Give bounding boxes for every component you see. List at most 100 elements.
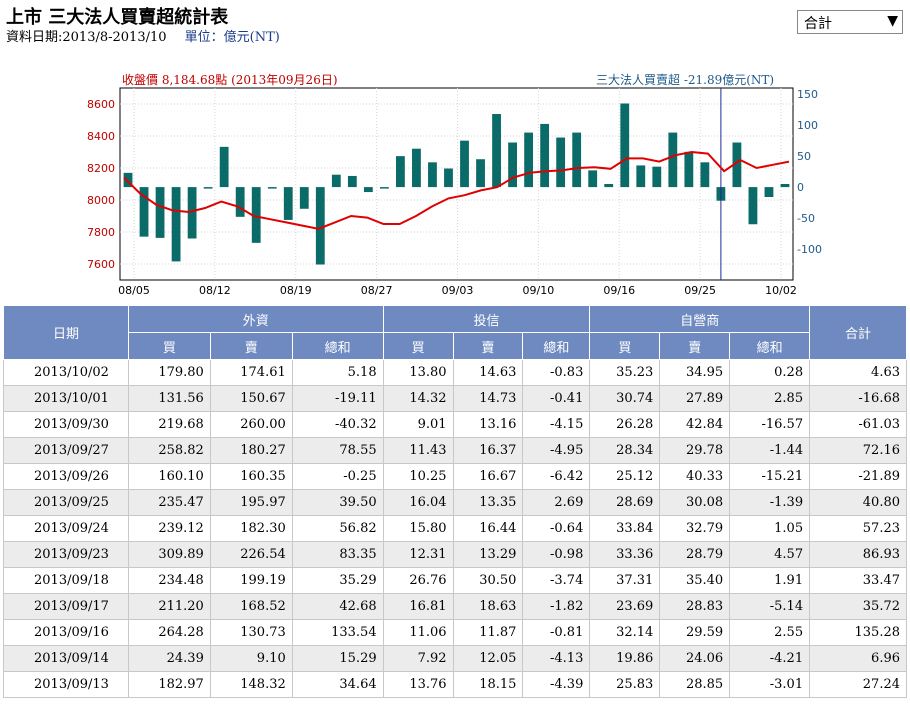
right-tick-label: -50: [797, 212, 815, 225]
row-cell: 148.32: [209, 671, 293, 698]
row-cell: -4.21: [729, 645, 811, 672]
right-tick-label: 150: [797, 88, 818, 101]
row-cell: 35.23: [589, 359, 661, 386]
table-row: 2013/09/16 264.28 130.73 133.54 11.06 11.87 -0…: [3, 619, 907, 646]
row-cell: 23.69: [589, 593, 661, 620]
net-buy-bar: [588, 170, 598, 188]
col-trust-net[interactable]: 總和: [522, 332, 591, 360]
row-cell: 130.73: [209, 619, 293, 646]
col-total[interactable]: 合計: [809, 305, 907, 360]
row-cell: 131.56: [127, 385, 211, 412]
row-cell: 4.57: [729, 541, 811, 568]
row-cell: 15.80: [382, 515, 454, 542]
table-row: 2013/09/23 309.89 226.54 83.35 12.31 13.29 -0.…: [3, 541, 907, 568]
row-cell: -1.39: [729, 489, 811, 516]
net-buy-bar: [267, 187, 277, 189]
net-buy-bar: [620, 103, 630, 188]
row-cell: 15.29: [291, 645, 384, 672]
col-dealer-net[interactable]: 總和: [729, 332, 811, 360]
data-table: 日期 外資 投信 自營商 合計 買 賣 總和 買 賣 總和 買 賣 總和 201…: [3, 305, 907, 698]
col-trust-sell[interactable]: 賣: [452, 332, 524, 360]
row-cell: 135.28: [809, 619, 907, 646]
row-cell: 160.10: [127, 463, 211, 490]
row-cell: 0.28: [729, 359, 811, 386]
net-buy-bar: [636, 165, 646, 188]
row-cell: 226.54: [209, 541, 293, 568]
row-cell: 18.63: [452, 593, 524, 620]
row-cell: 11.06: [382, 619, 454, 646]
row-cell: 39.50: [291, 489, 384, 516]
col-foreign: 外資: [127, 305, 384, 333]
row-cell: 27.24: [809, 671, 907, 698]
table-row: 2013/09/18 234.48 199.19 35.29 26.76 30.50 -3.…: [3, 567, 907, 594]
row-date: 2013/09/18: [3, 567, 129, 594]
row-cell: 1.05: [729, 515, 811, 542]
row-cell: 9.01: [382, 411, 454, 438]
row-cell: 235.47: [127, 489, 211, 516]
table-row: 2013/09/24 239.12 182.30 56.82 15.80 16.44 -0.…: [3, 515, 907, 542]
row-cell: -21.89: [809, 463, 907, 490]
col-date[interactable]: 日期: [3, 305, 129, 360]
col-trust-buy[interactable]: 買: [382, 332, 454, 360]
row-cell: -0.64: [522, 515, 591, 542]
row-cell: 264.28: [127, 619, 211, 646]
row-cell: 182.97: [127, 671, 211, 698]
x-tick-label: 09/10: [523, 284, 555, 297]
col-foreign-sell[interactable]: 賣: [209, 332, 293, 360]
net-buy-bar: [668, 132, 678, 188]
chart: 8600 8400 8200 8000 7800 7600 150 100 50 0 -50 -100…: [87, 87, 822, 297]
row-cell: -4.15: [522, 411, 591, 438]
row-cell: 12.31: [382, 541, 454, 568]
table-row: 2013/09/27 258.82 180.27 78.55 11.43 16.37 -4.…: [3, 437, 907, 464]
row-cell: 72.16: [809, 437, 907, 464]
row-cell: 11.43: [382, 437, 454, 464]
net-buy-bar: [780, 184, 790, 188]
net-buy-bar: [604, 184, 614, 188]
row-cell: -40.32: [291, 411, 384, 438]
row-cell: 13.76: [382, 671, 454, 698]
table-row: 2013/09/25 235.47 195.97 39.50 16.04 13.35 2.6…: [3, 489, 907, 516]
x-tick-label: 09/16: [603, 284, 635, 297]
row-cell: 33.47: [809, 567, 907, 594]
row-cell: 32.14: [589, 619, 661, 646]
row-cell: 24.06: [659, 645, 731, 672]
col-dealer-buy[interactable]: 買: [589, 332, 661, 360]
net-buy-bar: [347, 175, 357, 188]
row-cell: 13.35: [452, 489, 524, 516]
col-dealer-sell[interactable]: 賣: [659, 332, 731, 360]
row-cell: 11.87: [452, 619, 524, 646]
table-row: 2013/10/02 179.80 174.61 5.18 13.80 14.63 -0.8…: [3, 359, 907, 386]
row-cell: 2.85: [729, 385, 811, 412]
row-cell: 42.84: [659, 411, 731, 438]
left-tick-label: 7800: [87, 226, 115, 239]
net-buy-bar: [299, 187, 309, 209]
row-cell: 42.68: [291, 593, 384, 620]
row-cell: 12.05: [452, 645, 524, 672]
net-buy-bar: [235, 187, 245, 217]
row-date: 2013/09/26: [3, 463, 129, 490]
row-cell: 182.30: [209, 515, 293, 542]
table-row: 2013/09/30 219.68 260.00 -40.32 9.01 13.16 -4.…: [3, 411, 907, 438]
row-cell: -5.14: [729, 593, 811, 620]
net-buy-bar: [412, 148, 421, 188]
row-cell: 180.27: [209, 437, 293, 464]
row-cell: 168.52: [209, 593, 293, 620]
row-cell: 33.36: [589, 541, 661, 568]
row-cell: 16.04: [382, 489, 454, 516]
net-buy-bar: [748, 187, 758, 225]
row-cell: -0.81: [522, 619, 591, 646]
row-cell: 27.89: [659, 385, 731, 412]
net-buy-bar: [171, 187, 181, 262]
row-date: 2013/10/01: [3, 385, 129, 412]
col-foreign-buy[interactable]: 買: [127, 332, 211, 360]
row-cell: 28.34: [589, 437, 661, 464]
row-cell: 195.97: [209, 489, 293, 516]
col-foreign-net[interactable]: 總和: [291, 332, 384, 360]
row-cell: 211.20: [127, 593, 211, 620]
x-tick-label: 08/05: [118, 284, 150, 297]
row-cell: -4.39: [522, 671, 591, 698]
row-cell: 86.93: [809, 541, 907, 568]
row-cell: 6.96: [809, 645, 907, 672]
row-date: 2013/09/30: [3, 411, 129, 438]
row-cell: 25.83: [589, 671, 661, 698]
